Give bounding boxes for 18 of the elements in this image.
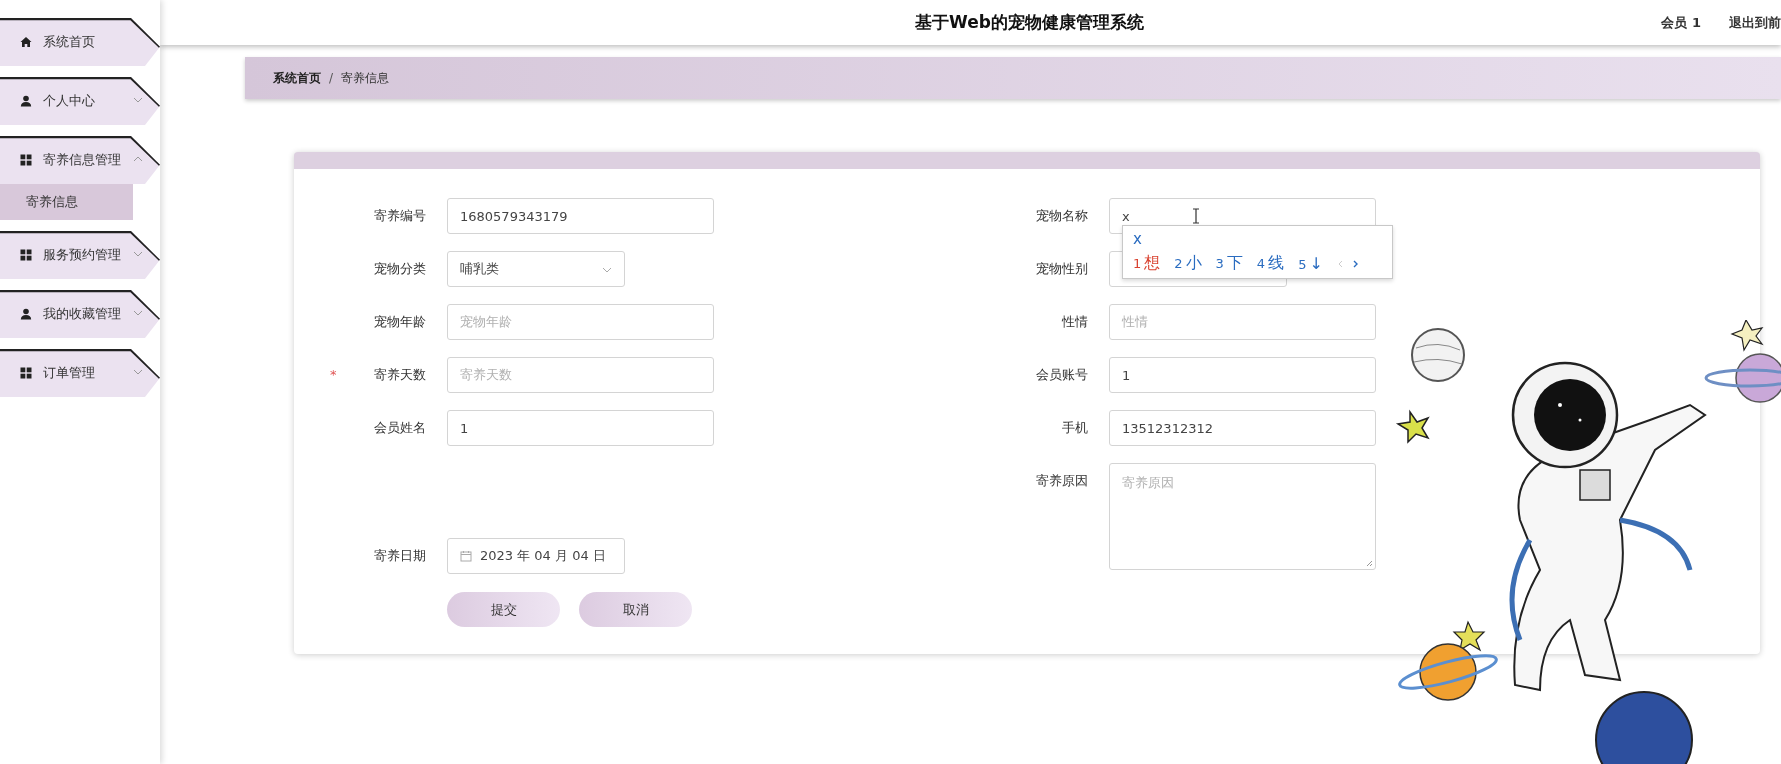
field-label: 寄养编号 (373, 207, 426, 225)
user-name: 会员 1 (1661, 13, 1701, 32)
required-mark: * (330, 366, 338, 384)
field-label: 宠物性别 (1035, 260, 1088, 278)
field-label: 宠物年龄 (373, 313, 426, 331)
field-label: 寄养日期 (373, 547, 426, 565)
field-label: 性情 (1061, 313, 1088, 331)
app-title: 基于Web的宠物健康管理系统 (915, 11, 1144, 34)
field-label: 宠物名称 (1035, 207, 1088, 225)
field-label: 寄养天数 (373, 366, 426, 384)
breadcrumb-separator: / (329, 71, 334, 85)
field-label: 手机 (1061, 419, 1088, 437)
field-label: 寄养原因 (1035, 472, 1088, 490)
field-label: 宠物分类 (373, 260, 426, 278)
ime-composition: x (1133, 229, 1142, 249)
field-label: 会员账号 (1035, 366, 1088, 384)
breadcrumb-current: 寄养信息 (341, 69, 390, 87)
field-label: 会员姓名 (373, 419, 426, 437)
